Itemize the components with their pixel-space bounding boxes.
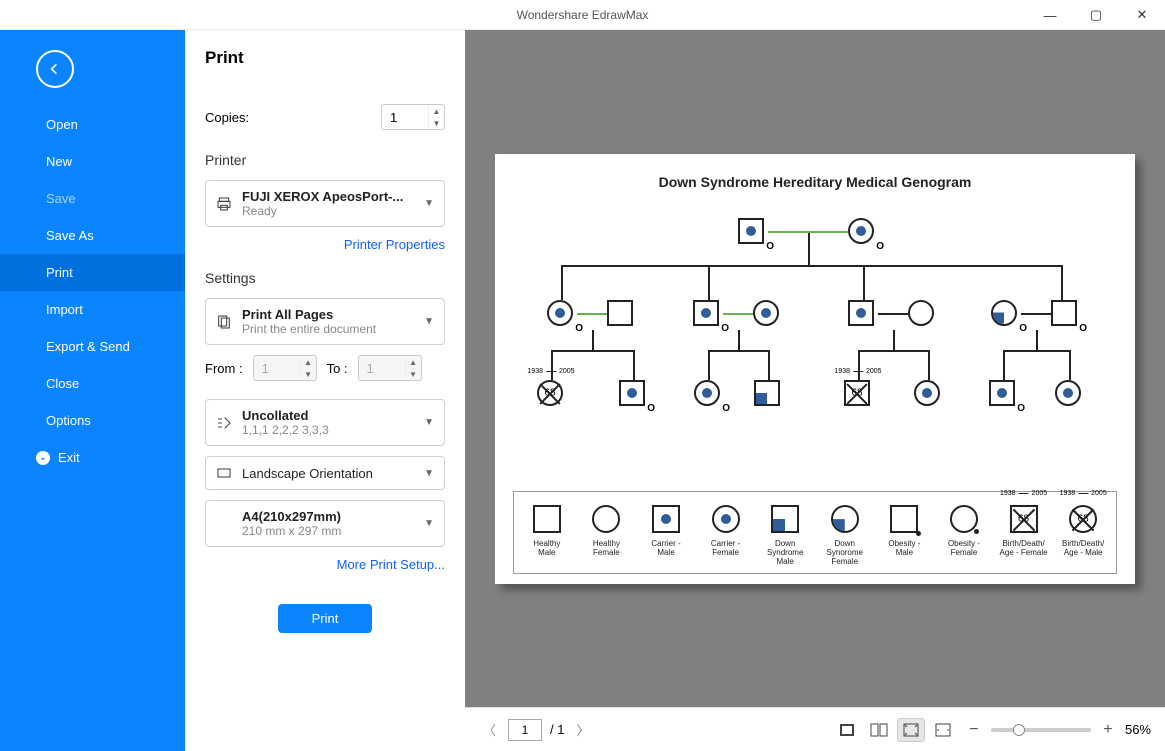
pages-icon — [216, 314, 232, 330]
doc-title: Down Syndrome Hereditary Medical Genogra… — [513, 174, 1117, 190]
paper-select[interactable]: A4(210x297mm) 210 mm x 297 mm ▼ — [205, 500, 445, 547]
sidebar-item-import[interactable]: Import — [0, 291, 185, 328]
sidebar-item-print[interactable]: Print — [0, 254, 185, 291]
window-minimize[interactable]: — — [1027, 0, 1073, 30]
page-next[interactable]: 〉 — [572, 716, 593, 743]
to-value: 1 — [367, 361, 374, 376]
page-current-input[interactable] — [508, 719, 542, 741]
sidebar-item-exit[interactable]: - Exit — [0, 439, 185, 476]
title-bar: Wondershare EdrawMax — ▢ ✕ — [0, 0, 1165, 30]
view-single-icon[interactable] — [833, 718, 861, 742]
paper-title: A4(210x297mm) — [242, 509, 414, 524]
settings-section-label: Settings — [205, 270, 445, 286]
print-button[interactable]: Print — [278, 604, 373, 633]
view-width-icon[interactable] — [929, 718, 957, 742]
to-label: To : — [327, 361, 348, 376]
genogram-chart: O O O O — [513, 210, 1117, 492]
sidebar-item-save[interactable]: Save — [0, 180, 185, 217]
chevron-down-icon: ▼ — [424, 198, 434, 209]
pages-sub: Print the entire document — [242, 322, 414, 336]
window-close[interactable]: ✕ — [1119, 0, 1165, 30]
from-input: 1 ▲▼ — [253, 355, 317, 381]
app-title: Wondershare EdrawMax — [517, 8, 649, 22]
chevron-down-icon: ▼ — [424, 417, 434, 428]
printer-status: Ready — [242, 204, 414, 218]
back-button[interactable] — [36, 50, 74, 88]
sidebar-item-close[interactable]: Close — [0, 365, 185, 402]
exit-label: Exit — [58, 450, 80, 465]
copies-down[interactable]: ▼ — [429, 117, 444, 129]
sidebar-item-options[interactable]: Options — [0, 402, 185, 439]
view-double-icon[interactable] — [865, 718, 893, 742]
legend: Healthy Male Healthy Female Carrier - Ma… — [513, 491, 1117, 573]
sidebar-item-open[interactable]: Open — [0, 106, 185, 143]
from-value: 1 — [262, 361, 269, 376]
copies-value: 1 — [390, 110, 397, 125]
orientation-icon — [216, 465, 232, 481]
file-sidebar: Open New Save Save As Print Import Expor… — [0, 30, 185, 751]
zoom-value: 56% — [1125, 722, 1151, 737]
collate-sub: 1,1,1 2,2,2 3,3,3 — [242, 423, 414, 437]
more-print-setup-link[interactable]: More Print Setup... — [205, 557, 445, 572]
from-label: From : — [205, 361, 243, 376]
collate-icon — [216, 415, 232, 431]
copies-input[interactable]: 1 ▲▼ — [381, 104, 445, 130]
chevron-down-icon: ▼ — [424, 518, 434, 529]
page-prev[interactable]: 〈 — [479, 716, 500, 743]
collate-title: Uncollated — [242, 408, 414, 423]
chevron-down-icon: ▼ — [424, 316, 434, 327]
preview-area: Down Syndrome Hereditary Medical Genogra… — [465, 30, 1165, 751]
preview-footer: 〈 / 1 〉 − + 56% — [465, 707, 1165, 751]
exit-icon: - — [36, 451, 50, 465]
window-maximize[interactable]: ▢ — [1073, 0, 1119, 30]
pages-select[interactable]: Print All Pages Print the entire documen… — [205, 298, 445, 345]
zoom-in[interactable]: + — [1099, 721, 1117, 739]
chevron-down-icon: ▼ — [424, 468, 434, 479]
printer-name: FUJI XEROX ApeosPort-... — [242, 189, 414, 204]
copies-label: Copies: — [205, 110, 249, 125]
panel-heading: Print — [205, 48, 445, 68]
to-input: 1 ▲▼ — [358, 355, 422, 381]
printer-section-label: Printer — [205, 152, 445, 168]
sidebar-item-export-send[interactable]: Export & Send — [0, 328, 185, 365]
collate-select[interactable]: Uncollated 1,1,1 2,2,2 3,3,3 ▼ — [205, 399, 445, 446]
sidebar-item-save-as[interactable]: Save As — [0, 217, 185, 254]
page-total: 1 — [557, 722, 564, 737]
printer-icon — [216, 196, 232, 212]
sidebar-item-new[interactable]: New — [0, 143, 185, 180]
paper-sub: 210 mm x 297 mm — [242, 524, 414, 538]
zoom-out[interactable]: − — [965, 721, 983, 739]
view-fit-icon[interactable] — [897, 718, 925, 742]
printer-select[interactable]: FUJI XEROX ApeosPort-... Ready ▼ — [205, 180, 445, 227]
zoom-slider[interactable] — [991, 728, 1091, 732]
orientation-select[interactable]: Landscape Orientation ▼ — [205, 456, 445, 490]
preview-page: Down Syndrome Hereditary Medical Genogra… — [495, 154, 1135, 584]
pages-title: Print All Pages — [242, 307, 414, 322]
print-panel: Print Copies: 1 ▲▼ Printer FUJI XEROX Ap… — [185, 30, 465, 751]
orientation-label: Landscape Orientation — [242, 466, 414, 481]
copies-up[interactable]: ▲ — [429, 105, 444, 117]
printer-properties-link[interactable]: Printer Properties — [205, 237, 445, 252]
